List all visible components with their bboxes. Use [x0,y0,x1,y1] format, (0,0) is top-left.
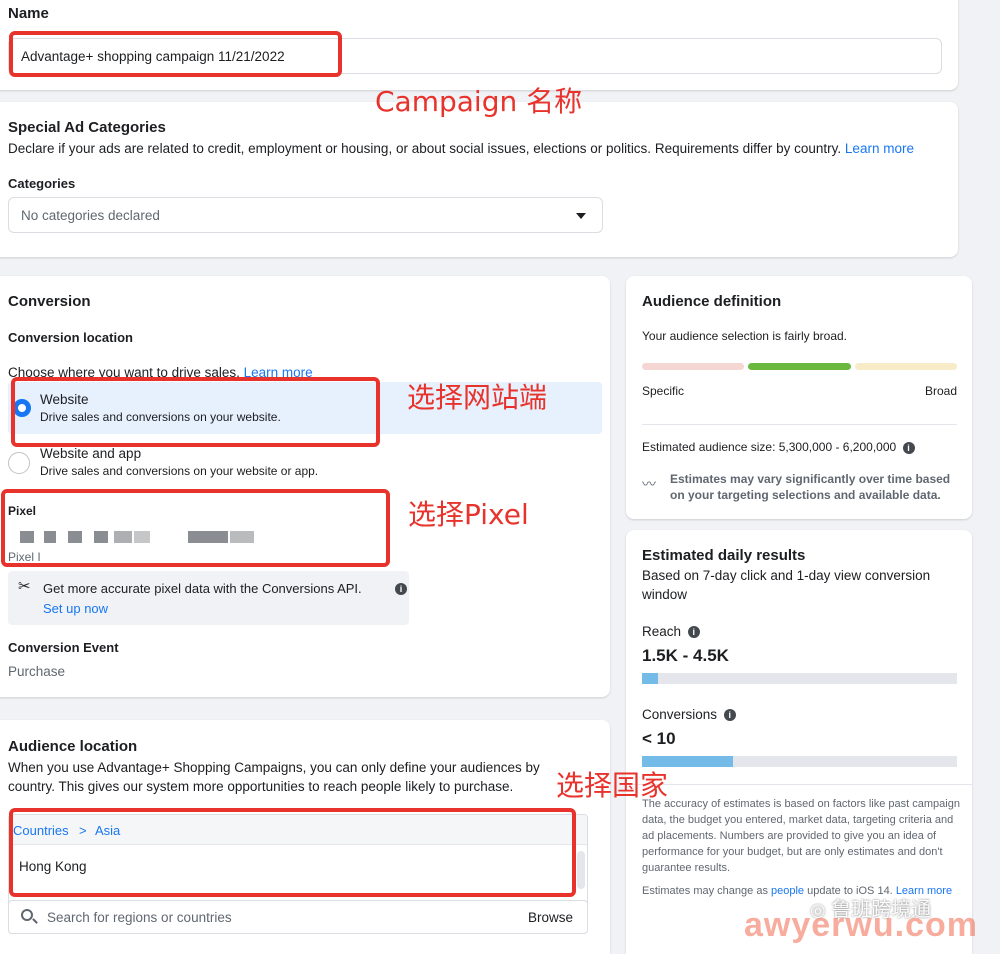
audience-meter-specific [642,363,744,370]
search-icon-handle [32,918,38,924]
conversions-bar [642,756,957,767]
pixel-label: Pixel [8,504,37,518]
conversion-event-value: Purchase [8,664,66,679]
daily-results-subtitle: Based on 7-day click and 1-day view conv… [642,568,931,602]
annotation-website: 选择网站端 [407,381,548,414]
country-item-hong-kong[interactable]: Hong Kong [19,857,87,876]
location-scrollbar[interactable] [577,851,585,889]
conversion-card: Conversion Conversion location Choose wh… [0,276,610,697]
audience-meter-broad [855,363,957,370]
conversion-option-website-app[interactable]: Website and app Drive sales and conversi… [8,438,602,488]
website-option-desc: Drive sales and conversions on your webs… [40,410,281,424]
audience-broad-label: Broad [924,384,957,398]
conversions-label-text: Conversions [642,707,718,722]
estimated-audience-size-text: Estimated audience size: 5,300,000 - 6,2… [642,440,897,454]
pixel-blur-5 [114,531,132,543]
pixel-blur-6 [134,531,150,543]
annotation-pixel: 选择Pixel [408,498,529,531]
pixel-blur-4 [94,531,108,543]
pixel-selector[interactable] [8,526,378,550]
name-card: Name Advantage+ shopping campaign 11/21/… [0,0,958,90]
conversions-api-tip: ✂ Get more accurate pixel data with the … [8,571,409,625]
audience-estimate-note: Estimates may vary significantly over ti… [670,472,951,502]
reach-value: 1.5K - 4.5K [642,646,729,665]
categories-label: Categories [8,176,76,191]
tools-icon: ✂ [18,578,31,595]
website-option-title: Website [40,392,89,407]
conversion-location-label: Conversion location [8,330,133,345]
conversion-learn-more-link[interactable]: Learn more [244,365,313,380]
pixel-blur-3 [68,531,82,543]
breadcrumb-countries-link[interactable]: Countries [13,821,69,840]
website-radio[interactable] [13,399,31,417]
conversion-event-label: Conversion Event [8,640,119,655]
location-breadcrumb: Countries > Asia [9,815,587,845]
website-app-radio[interactable] [8,452,30,474]
accuracy-note: The accuracy of estimates is based on fa… [642,798,960,874]
daily-results-title: Estimated daily results [642,547,806,564]
reach-bar [642,673,957,684]
special-ad-title: Special Ad Categories [8,119,166,136]
audience-meter-active [748,363,851,370]
conversion-choose-text: Choose where you want to drive sales. Le… [8,363,313,382]
website-app-option-desc: Drive sales and conversions on your webs… [40,464,319,478]
reach-info-icon[interactable]: i [687,626,700,639]
browse-button[interactable]: Browse [528,908,573,927]
audience-location-title: Audience location [8,738,138,755]
pixel-blur-7 [188,531,228,543]
breadcrumb-separator: > [79,823,87,838]
special-ad-description-text: Declare if your ads are related to credi… [8,141,842,156]
location-search-input[interactable]: Search for regions or countries Browse [8,900,588,934]
audience-definition-title: Audience definition [642,293,782,310]
reach-bar-fill [642,673,658,684]
pixel-blur-2 [44,531,56,543]
categories-dropdown[interactable]: No categories declared [8,197,603,233]
special-ad-description: Declare if your ads are related to credi… [8,139,953,158]
conversion-title: Conversion [8,293,91,310]
reach-label: Reach i [642,622,700,641]
pixel-blur-1 [20,531,34,543]
conversions-label: Conversions i [642,705,736,724]
audience-specific-label: Specific [642,384,685,398]
conversion-choose-label: Choose where you want to drive sales. [8,365,240,380]
conversions-api-tip-text: Get more accurate pixel data with the Co… [43,581,362,596]
estimated-audience-size: Estimated audience size: 5,300,000 - 6,2… [642,440,915,454]
audience-location-card: Audience location When you use Advantage… [0,720,610,954]
audience-definition-card: Audience definition Your audience select… [626,276,972,519]
watermark-site: awyerwu.com [744,906,978,944]
conversions-value: < 10 [642,729,676,748]
reach-label-text: Reach [642,624,682,639]
campaign-name-value: Advantage+ shopping campaign 11/21/2022 [21,49,285,64]
breadcrumb-asia-link[interactable]: Asia [95,821,120,840]
audience-definition-summary: Your audience selection is fairly broad. [642,329,848,343]
estimated-daily-results-card: Estimated daily results Based on 7-day c… [626,530,972,954]
website-app-option-title: Website and app [40,446,142,461]
pixel-sub-label: Pixel I [8,550,41,564]
annotation-country: 选择国家 [556,769,669,802]
info-icon: i [395,583,407,595]
name-label: Name [8,5,49,22]
set-up-now-link[interactable]: Set up now [43,599,108,618]
special-ad-learn-more-link[interactable]: Learn more [845,141,914,156]
audience-size-info-icon[interactable]: i [902,441,915,454]
audience-divider [642,424,957,425]
caret-down-icon [576,213,586,219]
special-ad-categories-card: Special Ad Categories Declare if your ad… [0,102,958,257]
categories-value: No categories declared [21,208,160,223]
ios-people-link[interactable]: people [771,885,804,897]
pixel-blur-8 [230,531,254,543]
location-search-placeholder: Search for regions or countries [47,910,232,925]
annotation-campaign-name: Campaign 名称 [375,85,583,118]
audience-location-description: When you use Advantage+ Shopping Campaig… [8,760,540,794]
campaign-name-input[interactable]: Advantage+ shopping campaign 11/21/2022 [8,38,942,74]
conversions-info-icon[interactable]: i [723,709,736,722]
trend-chart-icon: 〰 [642,476,656,492]
daily-results-divider [626,784,972,785]
ios-note-pre: Estimates may change as [642,885,768,897]
